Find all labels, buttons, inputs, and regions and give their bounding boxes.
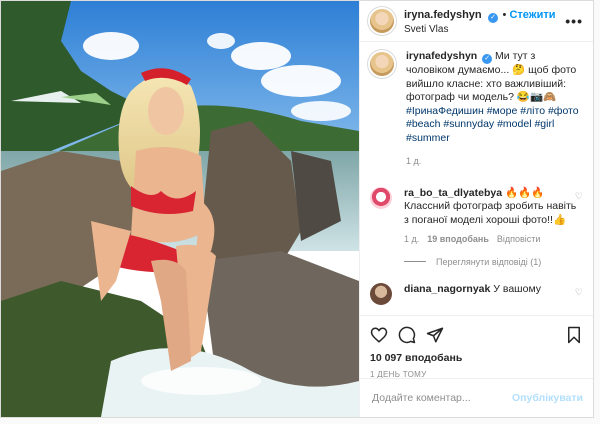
replies-divider — [404, 261, 426, 262]
author-avatar[interactable] — [370, 9, 394, 33]
action-icons — [370, 324, 583, 346]
likes-count[interactable]: 10 097 вподобань — [370, 352, 583, 364]
comments-scroll-area[interactable]: irynafedyshyn ✓ Ми тут з чоловіком думає… — [360, 42, 593, 315]
comment-item: ra_bo_ta_dlyatebya 🔥🔥🔥 Классний фотограф… — [370, 186, 583, 247]
reply-button[interactable]: Відповісти — [497, 234, 541, 244]
verified-badge-icon: ✓ — [482, 54, 493, 64]
post-actions: 10 097 вподобань 1 ДЕНЬ ТОМУ — [360, 315, 593, 379]
comment-likes[interactable]: 19 вподобань — [427, 234, 489, 244]
hashtag[interactable]: #фото — [548, 105, 579, 117]
comment-bubble-icon[interactable] — [398, 326, 416, 344]
hashtag[interactable]: #ІринаФедишин — [406, 105, 484, 117]
caption-emoji-icons: 😂📷🙈 — [516, 91, 557, 103]
comment-text: diana_nagornyak У вашому — [404, 283, 541, 305]
hashtag[interactable]: #model — [497, 118, 531, 130]
comment-time[interactable]: 1 д. — [404, 234, 419, 244]
save-bookmark-icon[interactable] — [565, 326, 583, 344]
caption: irynafedyshyn ✓ Ми тут з чоловіком думає… — [370, 50, 581, 169]
follow-button[interactable]: Стежити — [509, 9, 555, 21]
caption-username[interactable]: irynafedyshyn — [406, 50, 477, 62]
caption-text: irynafedyshyn ✓ Ми тут з чоловіком думає… — [406, 50, 581, 169]
post-sidebar: iryna.fedyshyn ✓ • Стежити Sveti Vlas ••… — [359, 1, 593, 417]
hashtag[interactable]: #girl — [534, 118, 554, 130]
thumbs-up-emoji-icon: 👍 — [552, 213, 567, 226]
commenter-avatar[interactable] — [370, 282, 392, 305]
beach-photo — [1, 1, 359, 417]
fire-emoji-icons: 🔥🔥🔥 — [504, 186, 545, 199]
share-paper-plane-icon[interactable] — [426, 326, 444, 344]
more-options-icon[interactable]: ••• — [565, 13, 583, 29]
view-replies-button[interactable]: Переглянути відповіді (1) — [404, 257, 581, 267]
hashtag[interactable]: #sunnyday — [443, 118, 494, 130]
hashtag[interactable]: #літо — [520, 105, 545, 117]
author-username[interactable]: iryna.fedyshyn — [404, 9, 482, 21]
verified-badge-icon: ✓ — [488, 12, 499, 23]
comment-input[interactable] — [370, 391, 512, 405]
commenter-username[interactable]: ra_bo_ta_dlyatebya — [404, 187, 502, 199]
commenter-avatar[interactable] — [370, 186, 392, 209]
comment-text: ra_bo_ta_dlyatebya 🔥🔥🔥 Классний фотограф… — [404, 187, 581, 247]
comment-body: У вашому — [493, 282, 542, 295]
hashtag[interactable]: #beach — [406, 118, 440, 130]
like-heart-icon[interactable] — [370, 326, 388, 344]
add-comment-bar: Опублікувати — [360, 378, 593, 417]
hashtag[interactable]: #summer — [406, 132, 450, 144]
comment-like-icon[interactable]: ♡ — [575, 287, 583, 298]
publish-button[interactable]: Опублікувати — [512, 392, 583, 404]
post-photo[interactable] — [1, 1, 359, 417]
caption-avatar[interactable] — [370, 52, 394, 76]
author-meta: iryna.fedyshyn ✓ • Стежити Sveti Vlas — [404, 7, 555, 36]
thinking-emoji-icon: 🤔 — [512, 64, 526, 76]
commenter-username[interactable]: diana_nagornyak — [404, 283, 490, 295]
comment-meta: 1 д. 19 вподобань Відповісти — [404, 233, 581, 247]
comment-item: diana_nagornyak У вашому ♡ — [370, 282, 583, 305]
comment-like-icon[interactable]: ♡ — [575, 191, 583, 202]
comment-body: Классний фотограф зробить навіть з поган… — [404, 200, 577, 226]
post-header: iryna.fedyshyn ✓ • Стежити Sveti Vlas ••… — [360, 1, 593, 42]
hashtag[interactable]: #море — [487, 105, 518, 117]
instagram-post: iryna.fedyshyn ✓ • Стежити Sveti Vlas ••… — [0, 0, 594, 418]
caption-time[interactable]: 1 д. — [406, 155, 581, 169]
view-replies-label: Переглянути відповіді (1) — [436, 256, 542, 267]
post-location[interactable]: Sveti Vlas — [404, 23, 555, 36]
